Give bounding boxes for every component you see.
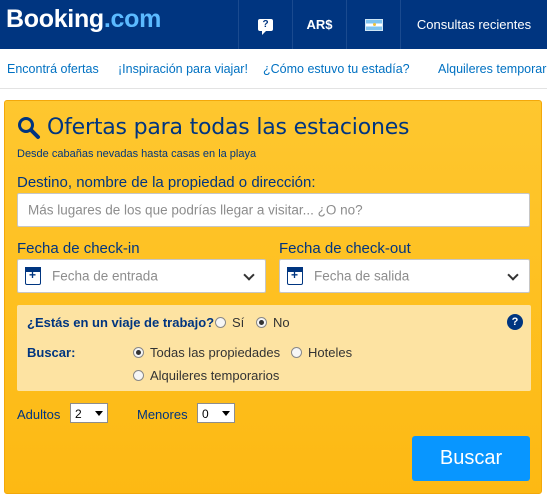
work-trip-yes-radio[interactable]: Sí (215, 315, 244, 330)
property-all-radio[interactable]: Todas las propiedades (133, 345, 280, 360)
trip-options-panel: ¿Estás en un viaje de trabajo? Sí No ? B… (17, 305, 531, 391)
currency-button[interactable]: AR$ (292, 0, 346, 49)
chevron-down-icon (243, 269, 255, 281)
logo-com-text: .com (103, 5, 162, 33)
currency-label: AR$ (306, 17, 333, 32)
booking-logo[interactable]: Booking.com (6, 5, 161, 34)
search-title-row: Ofertas para todas las estaciones (17, 115, 410, 140)
dropdown-arrow-icon (95, 411, 103, 416)
work-trip-yes-label: Sí (232, 315, 245, 330)
search-for-label: Buscar: (27, 345, 76, 360)
nav-inspiration-link[interactable]: ¡Inspiración para viajar! (118, 62, 248, 76)
radio-circle-selected (256, 317, 267, 328)
radio-circle (215, 317, 226, 328)
adults-value: 2 (75, 407, 82, 421)
dropdown-arrow-icon (222, 411, 230, 416)
search-subtitle: Desde cabañas nevadas hasta casas en la … (17, 148, 257, 160)
adults-label: Adultos (17, 407, 61, 422)
nav-stay-review-link[interactable]: ¿Cómo estuvo tu estadía? (263, 62, 410, 76)
search-title: Ofertas para todas las estaciones (47, 115, 410, 140)
recent-searches-label: Consultas recientes (416, 17, 532, 32)
radio-circle-selected (133, 347, 144, 358)
search-button[interactable]: Buscar (412, 436, 530, 481)
nav-rentals-link[interactable]: Alquileres temporarios (438, 62, 547, 76)
radio-circle (133, 370, 144, 381)
logo-text: Booking (6, 5, 104, 33)
help-button[interactable]: ? (238, 0, 292, 49)
nav-deals-link[interactable]: Encontrá ofertas (7, 62, 99, 76)
help-question-icon[interactable]: ? (507, 314, 523, 330)
language-button[interactable] (346, 0, 400, 49)
children-label: Menores (137, 407, 188, 422)
work-trip-question: ¿Estás en un viaje de trabajo? (27, 315, 215, 330)
top-header: Booking.com ? AR$ Consultas recientes (0, 0, 547, 49)
work-trip-no-label: No (273, 315, 290, 330)
calendar-icon (25, 267, 41, 285)
search-box: Ofertas para todas las estaciones Desde … (4, 100, 542, 494)
recent-searches-button[interactable]: Consultas recientes (400, 0, 547, 49)
radio-circle (291, 347, 302, 358)
checkout-date-field[interactable]: Fecha de salida (279, 259, 530, 293)
checkout-placeholder: Fecha de salida (314, 268, 410, 284)
property-hotels-radio[interactable]: Hoteles (291, 345, 352, 360)
property-rentals-label: Alquileres temporarios (150, 368, 280, 383)
checkin-date-field[interactable]: Fecha de entrada (17, 259, 266, 293)
checkout-label: Fecha de check-out (279, 240, 411, 257)
destination-placeholder: Más lugares de los que podrías llegar a … (28, 202, 363, 218)
chevron-down-icon (507, 269, 519, 281)
property-rentals-radio[interactable]: Alquileres temporarios (133, 368, 279, 383)
children-select[interactable]: 0 (197, 403, 235, 423)
destination-input[interactable]: Más lugares de los que podrías llegar a … (17, 193, 530, 227)
search-icon (18, 116, 40, 139)
children-value: 0 (202, 407, 209, 421)
adults-select[interactable]: 2 (70, 403, 108, 423)
work-trip-no-radio[interactable]: No (256, 315, 290, 330)
checkin-label: Fecha de check-in (17, 240, 140, 257)
calendar-icon (287, 267, 303, 285)
secondary-nav: Encontrá ofertas ¡Inspiración para viaja… (0, 49, 547, 89)
argentina-flag-icon (364, 18, 383, 31)
question-bubble-icon: ? (258, 18, 273, 35)
property-hotels-label: Hoteles (308, 345, 353, 360)
checkin-placeholder: Fecha de entrada (52, 268, 158, 284)
destination-label: Destino, nombre de la propiedad o direcc… (17, 174, 316, 191)
property-all-label: Todas las propiedades (150, 345, 281, 360)
